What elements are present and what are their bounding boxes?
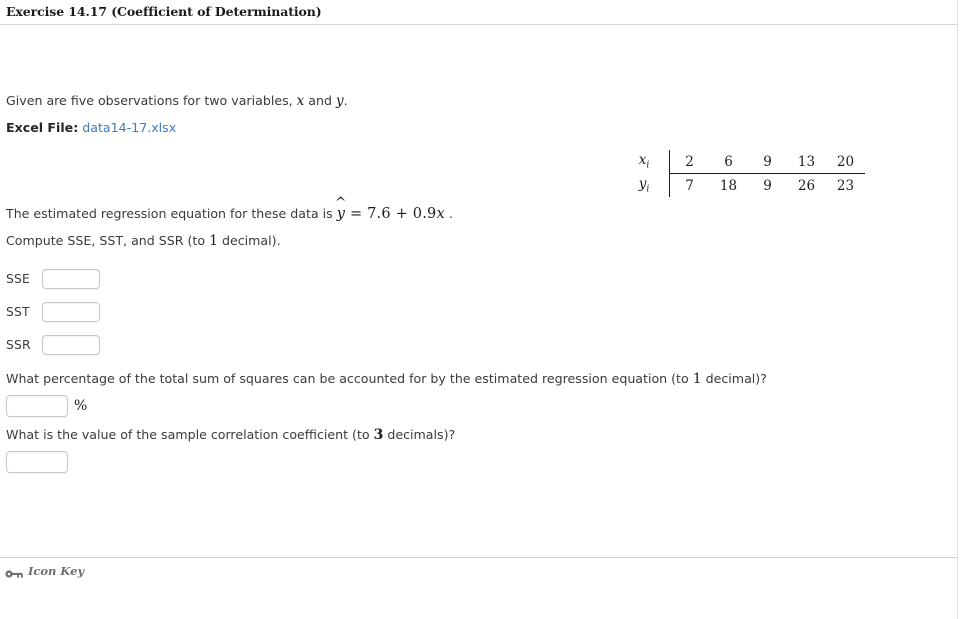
answer-row-correlation: [6, 451, 68, 473]
correlation-question-prefix: What is the value of the sample correlat…: [6, 427, 374, 442]
table-cell: 26: [797, 177, 816, 194]
answer-label-sst: SST: [6, 305, 30, 319]
row-label-y-subscript: i: [646, 183, 650, 195]
intro-middle: and: [304, 93, 336, 108]
percentage-question-precision: 1: [692, 371, 702, 387]
intro-suffix: .: [343, 93, 348, 108]
compute-suffix: decimal).: [218, 233, 281, 248]
table-cell: 13: [787, 150, 826, 174]
table-cell: 9: [763, 177, 772, 194]
ssr-input[interactable]: [42, 335, 100, 355]
correlation-input[interactable]: [6, 451, 68, 473]
page-title: Exercise 14.17 (Coefficient of Determina…: [6, 4, 322, 19]
regression-equals: =: [345, 206, 368, 222]
y-hat-symbol: ^ y: [335, 197, 347, 222]
compute-instruction: Compute SSE, SST, and SSR (to 1 decimal)…: [6, 233, 281, 249]
percentage-question-suffix: decimal)?: [701, 371, 767, 386]
correlation-question-precision: 3: [373, 427, 384, 443]
exercise-page: Exercise 14.17 (Coefficient of Determina…: [0, 0, 958, 619]
footer-divider: [0, 557, 958, 558]
table-cell: 18: [719, 177, 738, 194]
percent-sign: %: [74, 398, 88, 414]
hat-accent: ^: [334, 195, 347, 212]
percentage-question-prefix: What percentage of the total sum of squa…: [6, 371, 693, 386]
regression-x-variable: x: [436, 206, 445, 222]
intro-text: Given are five observations for two vari…: [6, 93, 348, 109]
icon-key-label: Icon Key: [28, 564, 85, 578]
regression-equation-line: The estimated regression equation for th…: [6, 197, 453, 222]
excel-file-link[interactable]: data14-17.xlsx: [82, 120, 176, 135]
row-label-x-subscript: i: [646, 160, 650, 172]
answer-row-percentage: %: [6, 395, 87, 417]
regression-equation: ^ y = 7.6 + 0.9x: [335, 197, 445, 222]
sst-input[interactable]: [42, 302, 100, 322]
table-cell: 6: [709, 150, 748, 174]
intro-variable-y: y: [335, 93, 344, 109]
intro-prefix: Given are five observations for two vari…: [6, 93, 297, 108]
regression-intercept: 7.6: [367, 206, 391, 222]
sse-input[interactable]: [42, 269, 100, 289]
answer-row-sst: SST: [6, 302, 100, 322]
table-cell: 20: [826, 150, 865, 174]
excel-file-label: Excel File:: [6, 120, 79, 135]
observations-table: xi 2 6 9 13 20 yi 7 18 9 26 23: [628, 150, 865, 197]
table-cell: 2: [669, 150, 709, 174]
row-label-y: yi: [628, 173, 670, 197]
answer-label-ssr: SSR: [6, 338, 31, 352]
exercise-header: Exercise 14.17 (Coefficient of Determina…: [0, 0, 958, 25]
answer-row-ssr: SSR: [6, 335, 100, 355]
regression-prefix: The estimated regression equation for th…: [6, 206, 337, 221]
answer-label-sse: SSE: [6, 272, 30, 286]
table-cell: 7: [685, 177, 694, 194]
excel-file-line: Excel File: data14-17.xlsx: [6, 120, 176, 135]
regression-plus: +: [390, 206, 413, 222]
key-icon: [5, 565, 25, 578]
row-label-x: xi: [628, 150, 670, 174]
regression-period: .: [444, 206, 453, 221]
percentage-question-text: What percentage of the total sum of squa…: [6, 371, 767, 387]
compute-precision: 1: [209, 233, 218, 249]
correlation-question-text: What is the value of the sample correlat…: [6, 427, 455, 443]
icon-key-link[interactable]: Icon Key: [5, 564, 84, 578]
compute-prefix: Compute SSE, SST, and SSR (to: [6, 233, 210, 248]
table-cell: 23: [836, 177, 855, 194]
percentage-input[interactable]: [6, 395, 68, 417]
regression-slope: 0.9: [412, 206, 437, 222]
table-cell: 9: [748, 150, 787, 174]
table-row-x: xi 2 6 9 13 20: [628, 150, 865, 174]
answer-row-sse: SSE: [6, 269, 100, 289]
correlation-question-suffix: decimals)?: [383, 427, 456, 442]
table-row-y: yi 7 18 9 26 23: [628, 173, 865, 197]
